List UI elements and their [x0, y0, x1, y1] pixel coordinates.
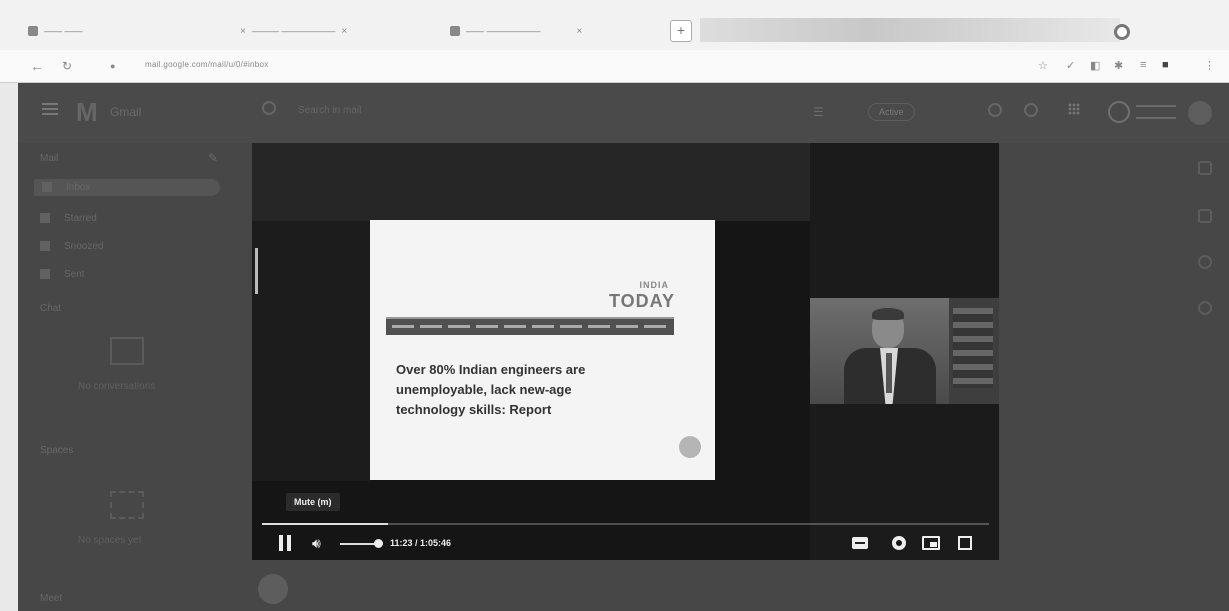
speaker-tie [886, 353, 892, 393]
slide-headline: Over 80% Indian engineers are unemployab… [396, 362, 586, 417]
miniplayer-icon[interactable] [922, 536, 940, 550]
mute-tooltip: Mute (m) [286, 493, 340, 511]
new-tab-button[interactable]: + [670, 20, 692, 42]
site-nav-strip [386, 317, 674, 335]
status-badge[interactable]: Active [868, 103, 915, 121]
calendar-icon[interactable] [1198, 161, 1212, 175]
tab-title: ——— —————— [251, 26, 336, 36]
address-bar: ← ↻ ● mail.google.com/mail/u/0/#inbox ☆ … [0, 50, 1229, 83]
tab-strip-blur [700, 18, 1120, 42]
menu-icon[interactable] [42, 103, 58, 115]
help-icon[interactable] [988, 103, 1002, 117]
progress-bar[interactable] [262, 523, 989, 525]
volume-slider[interactable] [340, 543, 378, 545]
speaker-hair [872, 308, 904, 320]
star-icon [40, 213, 50, 224]
sidebar-item-starred[interactable]: Starred [40, 213, 97, 224]
browser-tab-bar: —— —— × ——— —————— × —— —————— × + [0, 0, 1229, 50]
tab-title: —— —————— [466, 26, 541, 36]
check-extension-icon[interactable]: ✓ [1066, 59, 1075, 72]
browser-tab[interactable]: —— —— [28, 18, 178, 44]
video-left-area [252, 221, 370, 481]
puzzle-icon[interactable]: ✱ [1114, 59, 1123, 72]
logo-text: INDIA [639, 280, 669, 290]
progress-fill [262, 523, 388, 525]
gmail-header: M Gmail Search in mail ☰ Active [18, 83, 1229, 143]
reload-icon[interactable]: ↻ [62, 59, 72, 73]
inbox-icon [42, 182, 52, 193]
close-icon[interactable]: × [577, 26, 583, 37]
browser-menu-icon[interactable]: ⋮ [1204, 59, 1215, 72]
profile-icon[interactable] [1114, 24, 1130, 40]
player-controls: 🔊︎ 11:23 / 1:05:46 [252, 526, 999, 560]
back-icon[interactable]: ← [30, 58, 44, 74]
settings-icon[interactable] [892, 536, 906, 550]
tab-favicon-icon [28, 26, 38, 36]
sidebar-section-spaces: Spaces [40, 445, 74, 456]
close-icon[interactable]: × [240, 26, 246, 37]
sidebar-item-snoozed[interactable]: Snoozed [40, 241, 103, 252]
slide-action-button [679, 436, 701, 458]
clock-icon [40, 241, 50, 252]
subtitles-icon[interactable] [852, 537, 868, 549]
keep-icon[interactable] [1198, 209, 1212, 223]
volume-icon[interactable]: 🔊︎ [312, 535, 321, 551]
url-text[interactable]: mail.google.com/mail/u/0/#inbox [145, 60, 269, 69]
scroll-handle[interactable] [255, 248, 258, 294]
logo-text: TODAY [608, 291, 675, 311]
pause-icon[interactable] [278, 535, 292, 551]
compose-icon[interactable]: ✎ [208, 151, 218, 165]
sidebar-section-mail: Mail [40, 153, 59, 164]
avatar[interactable] [1188, 101, 1212, 125]
chat-placeholder-icon [110, 337, 144, 365]
sidebar-item-sent[interactable]: Sent [40, 269, 85, 280]
gmail-app-name: Gmail [110, 105, 142, 119]
video-player[interactable]: INDIA TODAY Over 80% Indian engineers ar… [252, 143, 999, 560]
avatar [258, 574, 288, 604]
chat-empty-text: No conversations [78, 381, 156, 392]
sidebar-section-chat: Chat [40, 303, 62, 314]
fullscreen-icon[interactable] [958, 536, 972, 550]
lock-icon: ● [110, 61, 116, 71]
apps-icon[interactable] [1068, 103, 1080, 115]
account-extension-icon[interactable]: ■ [1162, 59, 1169, 71]
account-menu-icon[interactable] [1136, 105, 1176, 119]
volume-handle[interactable] [374, 539, 383, 548]
filter-icon[interactable]: ☰ [813, 105, 824, 119]
bookshelf [949, 298, 999, 404]
list-item[interactable] [258, 570, 1188, 610]
send-icon [40, 269, 50, 280]
star-icon[interactable]: ☆ [1038, 59, 1048, 72]
gmail-sidebar: Mail ✎ Inbox Starred Snoozed Sent Chat N… [18, 143, 248, 611]
account-ring-icon[interactable] [1108, 101, 1130, 123]
browser-tab[interactable]: × ——— —————— × [240, 18, 430, 44]
tasks-icon[interactable] [1198, 255, 1212, 269]
gmail-logo: M [76, 97, 98, 127]
spaces-empty-text: No spaces yet [78, 535, 142, 546]
spaces-placeholder-icon [110, 491, 144, 519]
sidebar-item-inbox[interactable]: Inbox [34, 179, 220, 196]
right-side-panel [1188, 143, 1229, 611]
contacts-icon[interactable] [1198, 301, 1212, 315]
search-icon[interactable] [262, 101, 276, 115]
tab-favicon-icon [450, 26, 460, 36]
media-icon[interactable]: ≡ [1140, 59, 1146, 71]
presentation-slide: INDIA TODAY Over 80% Indian engineers ar… [370, 220, 715, 480]
search-input[interactable]: Search in mail [298, 105, 361, 116]
speaker-webcam [810, 298, 999, 404]
tab-title: —— —— [44, 26, 83, 36]
time-display: 11:23 / 1:05:46 [390, 538, 452, 548]
sidebar-section-meet: Meet [40, 593, 63, 604]
settings-icon[interactable] [1024, 103, 1038, 117]
extension-icon[interactable]: ◧ [1090, 59, 1100, 72]
close-icon[interactable]: × [341, 26, 347, 37]
browser-tab[interactable]: —— —————— × [450, 18, 660, 44]
